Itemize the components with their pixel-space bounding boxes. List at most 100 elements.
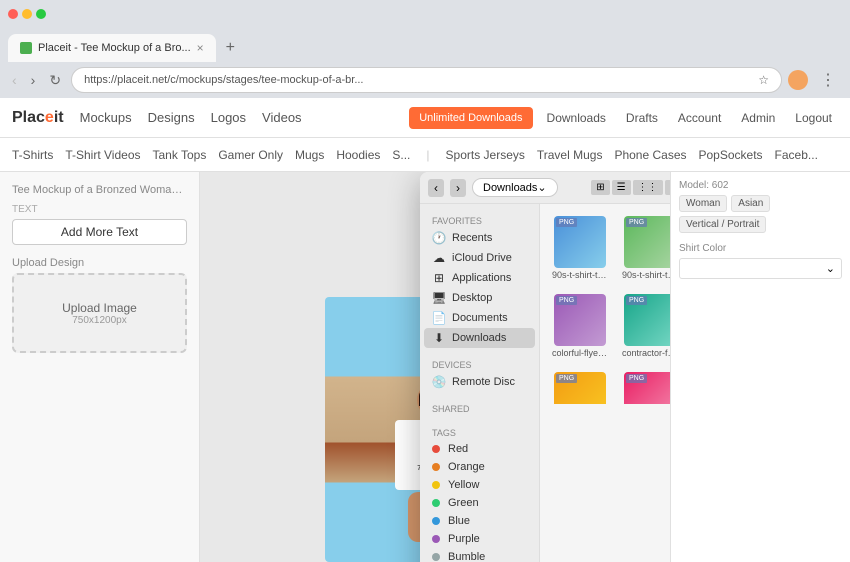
cat-more[interactable]: S...: [392, 146, 410, 164]
main-content: UPLOADYOURIMAGE750x200px ‹ › Downloads: [200, 172, 670, 562]
upload-box[interactable]: Upload Image 750x1200px: [12, 273, 187, 353]
tag-orange-label: Orange: [448, 461, 485, 473]
file-item-1[interactable]: PNG 90s-t-shirt-template-a8.png: [618, 212, 670, 284]
upload-box-size: 750x1200px: [72, 315, 127, 326]
file-item-9[interactable]: PNG online-flyer-maker-f...856e.png: [618, 368, 670, 404]
sidebar-item-documents[interactable]: 📄 Documents: [424, 308, 535, 328]
cat-sports-jerseys[interactable]: Sports Jerseys: [446, 146, 525, 164]
url-text: https://placeit.net/c/mockups/stages/tee…: [84, 74, 754, 86]
tag-vertical[interactable]: Vertical / Portrait: [679, 216, 766, 233]
admin-link[interactable]: Admin: [735, 107, 781, 129]
view-icon-button[interactable]: ⊞: [591, 180, 609, 195]
forward-button[interactable]: ›: [27, 70, 40, 90]
browser-menu-button[interactable]: ⋮: [814, 68, 842, 92]
tag-yellow[interactable]: Yellow: [424, 476, 535, 494]
purple-dot: [432, 535, 440, 543]
png-badge-5: PNG: [626, 296, 647, 305]
tag-red-label: Red: [448, 443, 468, 455]
tag-green-label: Green: [448, 497, 479, 509]
sidebar-item-remote-disc[interactable]: 💿 Remote Disc: [424, 372, 535, 392]
recents-icon: 🕐: [432, 231, 446, 245]
nav-designs[interactable]: Designs: [148, 110, 195, 125]
nav-videos[interactable]: Videos: [262, 110, 302, 125]
tag-red[interactable]: Red: [424, 440, 535, 458]
close-dot[interactable]: [8, 9, 18, 19]
blue-dot: [432, 517, 440, 525]
tag-blue[interactable]: Blue: [424, 512, 535, 530]
downloads-icon: ⬇: [432, 331, 446, 345]
url-bar[interactable]: https://placeit.net/c/mockups/stages/tee…: [71, 67, 782, 93]
tag-woman[interactable]: Woman: [679, 195, 727, 212]
cat-tank-tops[interactable]: Tank Tops: [153, 146, 207, 164]
cat-facebook[interactable]: Faceb...: [775, 146, 818, 164]
sidebar-item-applications[interactable]: ⊞ Applications: [424, 268, 535, 288]
icloud-label: iCloud Drive: [452, 252, 512, 264]
view-column-button[interactable]: ⋮⋮: [633, 180, 663, 195]
category-bar: T-Shirts T-Shirt Videos Tank Tops Gamer …: [0, 138, 850, 172]
cat-gamer[interactable]: Gamer Only: [218, 146, 283, 164]
cat-tshirts[interactable]: T-Shirts: [12, 146, 53, 164]
file-item-5[interactable]: PNG contractor-flyer-design-t...856.png: [618, 290, 670, 362]
profile-avatar[interactable]: [788, 70, 808, 90]
cat-tshirt-videos[interactable]: T-Shirt Videos: [65, 146, 140, 164]
account-link[interactable]: Account: [672, 107, 727, 129]
bookmark-icon[interactable]: ☆: [758, 73, 769, 87]
png-badge-1: PNG: [626, 218, 647, 227]
text-section-label: Text: [12, 204, 187, 215]
new-tab-button[interactable]: +: [218, 39, 243, 57]
tag-asian[interactable]: Asian: [731, 195, 770, 212]
sidebar-item-downloads[interactable]: ⬇ Downloads: [424, 328, 535, 348]
upload-section: Upload Design Upload Image 750x1200px: [12, 257, 187, 353]
dialog-forward-button[interactable]: ›: [450, 179, 466, 197]
shirt-color-picker[interactable]: ⌄: [679, 258, 842, 279]
remote-disc-icon: 💿: [432, 375, 446, 389]
sidebar-item-icloud[interactable]: ☁ iCloud Drive: [424, 248, 535, 268]
dialog-location[interactable]: Downloads ⌄: [472, 178, 558, 197]
file-name-4: colorful-flyer-maker-f...119c.png: [552, 348, 608, 358]
tab-close-button[interactable]: ×: [197, 41, 204, 55]
view-list-button[interactable]: ☰: [612, 180, 631, 195]
tag-orange[interactable]: Orange: [424, 458, 535, 476]
maximize-dot[interactable]: [36, 9, 46, 19]
view-cover-button[interactable]: ▤: [665, 180, 670, 195]
cat-travel-mugs[interactable]: Travel Mugs: [537, 146, 603, 164]
minimize-dot[interactable]: [22, 9, 32, 19]
orange-dot: [432, 463, 440, 471]
devices-label: Devices: [424, 356, 535, 372]
file-thumb-5: PNG: [624, 294, 670, 346]
drafts-link[interactable]: Drafts: [620, 107, 664, 129]
add-more-text-button[interactable]: Add More Text: [12, 219, 187, 245]
tags-label: Tags: [424, 424, 535, 440]
downloads-link[interactable]: Downloads: [541, 107, 612, 129]
browser-tab[interactable]: Placeit - Tee Mockup of a Bro... ×: [8, 34, 216, 62]
breadcrumb: Tee Mockup of a Bronzed Woman Sitting by…: [12, 184, 187, 196]
cat-phone-cases[interactable]: Phone Cases: [614, 146, 686, 164]
logout-link[interactable]: Logout: [789, 107, 838, 129]
png-badge-8: PNG: [556, 374, 577, 383]
app-header: Placeit Mockups Designs Logos Videos Unl…: [0, 98, 850, 138]
tab-favicon: [20, 42, 32, 54]
model-label: Model: 602: [679, 180, 842, 191]
unlimited-downloads-button[interactable]: Unlimited Downloads: [409, 107, 532, 129]
tag-bumble[interactable]: Bumble: [424, 548, 535, 562]
tag-purple[interactable]: Purple: [424, 530, 535, 548]
dialog-location-text: Downloads: [483, 182, 537, 194]
cat-hoodies[interactable]: Hoodies: [336, 146, 380, 164]
cat-popsockets[interactable]: PopSockets: [699, 146, 763, 164]
nav-logos[interactable]: Logos: [211, 110, 246, 125]
browser-top-bar: [0, 0, 850, 28]
refresh-button[interactable]: ↻: [45, 70, 65, 91]
remote-disc-label: Remote Disc: [452, 376, 515, 388]
sidebar-item-desktop[interactable]: 🖥 Desktop: [424, 288, 535, 308]
tag-green[interactable]: Green: [424, 494, 535, 512]
applications-label: Applications: [452, 272, 511, 284]
sidebar-item-recents[interactable]: 🕐 Recents: [424, 228, 535, 248]
cat-mugs[interactable]: Mugs: [295, 146, 324, 164]
file-item-4[interactable]: PNG colorful-flyer-maker-f...119c.png: [548, 290, 612, 362]
dialog-back-button[interactable]: ‹: [428, 179, 444, 197]
file-item-8[interactable]: PNG online-flyer-maker-f...434f.png: [548, 368, 612, 404]
dialog-toolbar: ‹ › Downloads ⌄ ⊞ ☰ ⋮⋮ ▤ ↑: [420, 172, 670, 204]
nav-mockups[interactable]: Mockups: [80, 110, 132, 125]
back-button[interactable]: ‹: [8, 70, 21, 90]
file-item-0[interactable]: PNG 90s-t-shirt-templat...6 (2).png: [548, 212, 612, 284]
